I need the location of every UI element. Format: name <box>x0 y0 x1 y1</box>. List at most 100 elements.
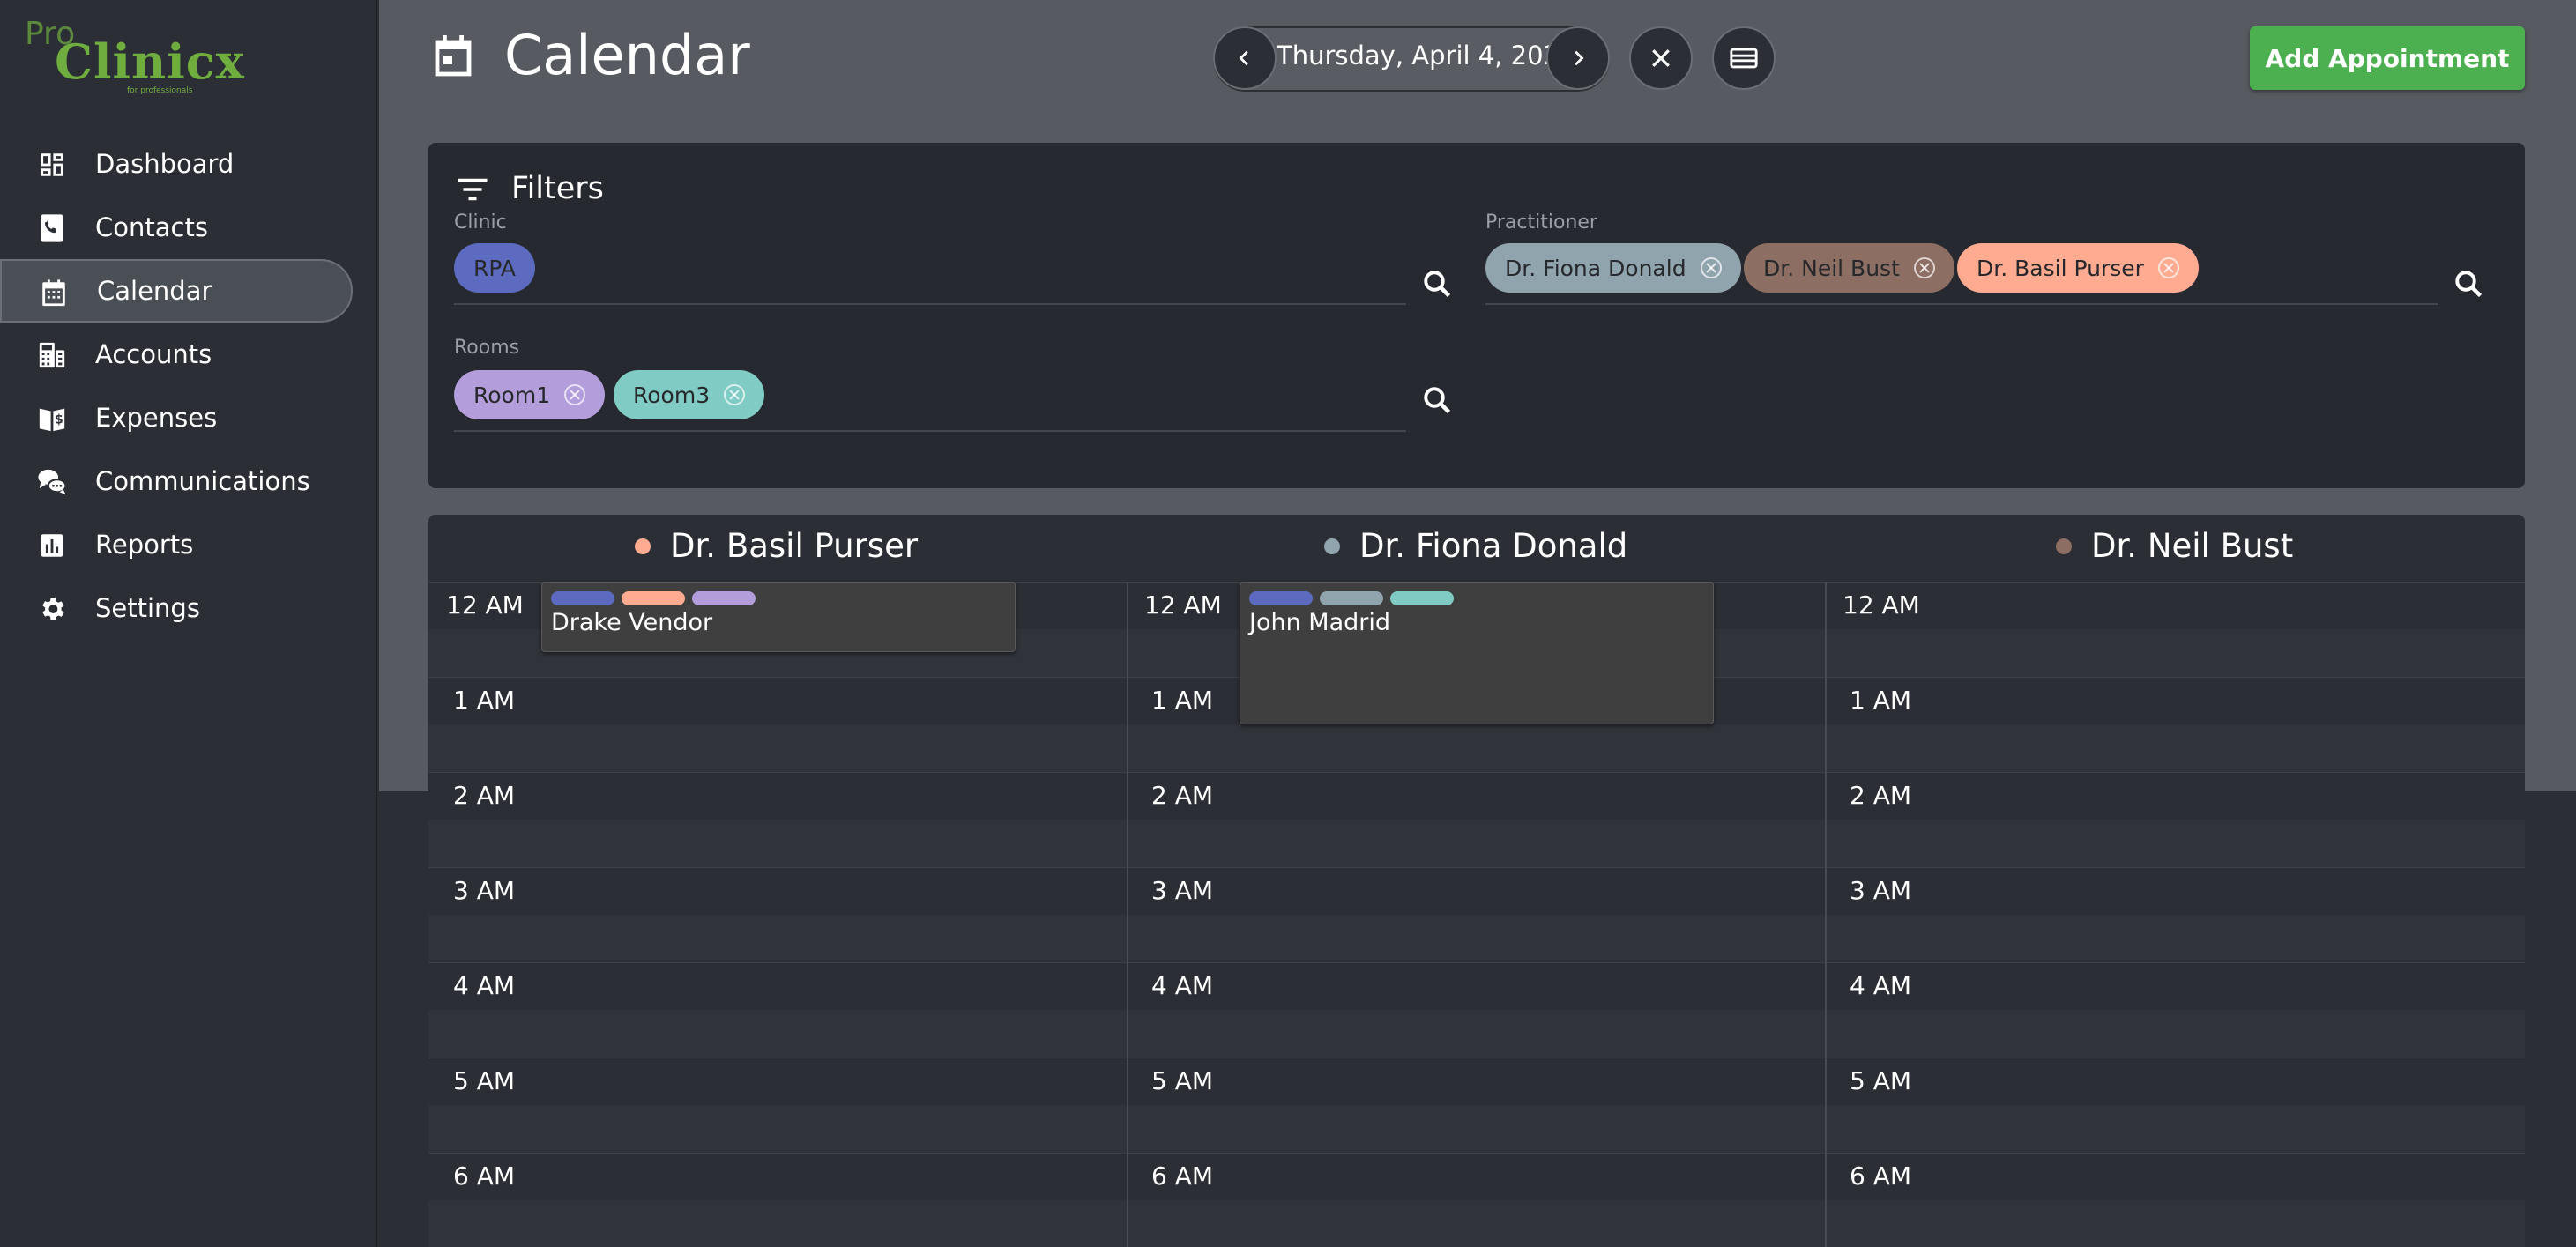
page-title: Calendar <box>504 23 750 87</box>
sidebar-item-label: Calendar <box>97 276 212 306</box>
time-label: 4 AM <box>453 971 516 1000</box>
filters-title: Filters <box>511 171 604 206</box>
logo[interactable]: Pro Clinicx for professionals <box>25 16 244 95</box>
sidebar-item-label: Communications <box>95 466 310 496</box>
add-appointment-button[interactable]: Add Appointment <box>2250 26 2525 90</box>
sidebar-item-reports[interactable]: Reports <box>0 513 377 576</box>
svg-text:$: $ <box>55 413 63 427</box>
time-label: 5 AM <box>1850 1066 1912 1095</box>
sidebar-item-communications[interactable]: Communications <box>0 449 377 513</box>
chip-label: Dr. Neil Bust <box>1763 255 1900 281</box>
time-label: 12 AM <box>1843 590 1920 620</box>
room-chip-room3[interactable]: Room3 <box>614 370 765 419</box>
calendar-icon <box>435 35 472 77</box>
column-divider <box>1127 582 1128 1247</box>
time-slot-row[interactable] <box>428 772 2525 820</box>
sidebar-item-expenses[interactable]: $ Expenses <box>0 386 377 449</box>
search-icon[interactable] <box>2453 268 2484 300</box>
clinic-label: Clinic <box>454 212 507 234</box>
sidebar-item-label: Dashboard <box>95 149 235 179</box>
time-label: 6 AM <box>1151 1162 1214 1191</box>
practitioner-name: Dr. Neil Bust <box>2091 527 2294 565</box>
remove-chip-icon[interactable] <box>1700 257 1722 278</box>
time-slot-row[interactable] <box>428 915 2525 962</box>
time-label: 1 AM <box>1151 686 1214 715</box>
appointment-card[interactable]: John Madrid <box>1240 582 1714 724</box>
remove-chip-icon[interactable] <box>1913 257 1935 278</box>
practitioner-name: Dr. Basil Purser <box>670 527 919 565</box>
time-label: 3 AM <box>1151 876 1214 905</box>
sidebar-item-label: Settings <box>95 593 200 623</box>
practitioner-chip-fiona-donald[interactable]: Dr. Fiona Donald <box>1485 243 1741 293</box>
sidebar-item-settings[interactable]: Settings <box>0 576 377 640</box>
time-slot-row[interactable] <box>428 1200 2525 1247</box>
remove-chip-icon[interactable] <box>2157 257 2179 278</box>
appointment-patient-name: John Madrid <box>1249 609 1391 636</box>
logo-tagline: for professionals <box>127 86 193 95</box>
sidebar-item-label: Accounts <box>95 339 212 369</box>
time-slot-row[interactable] <box>428 1058 2525 1105</box>
practitioner-chip-basil-purser[interactable]: Dr. Basil Purser <box>1957 243 2199 293</box>
clear-date-button[interactable] <box>1629 26 1693 90</box>
sidebar-nav: Dashboard Contacts Calendar Accounts $ E… <box>0 132 377 640</box>
rooms-label: Rooms <box>454 337 520 359</box>
time-label: 12 AM <box>1144 590 1222 620</box>
sidebar-item-dashboard[interactable]: Dashboard <box>0 132 377 196</box>
time-label: 12 AM <box>446 590 524 620</box>
sidebar-item-accounts[interactable]: Accounts <box>0 323 377 386</box>
practitioner-column-header[interactable]: Dr. Fiona Donald <box>1324 527 1627 565</box>
practitioner-column-header[interactable]: Dr. Neil Bust <box>2056 527 2293 565</box>
appointment-tag <box>1320 591 1383 605</box>
sidebar-item-contacts[interactable]: Contacts <box>0 196 377 259</box>
time-slot-row[interactable] <box>428 1153 2525 1200</box>
time-label: 2 AM <box>453 781 516 810</box>
clinic-chip-rpa[interactable]: RPA <box>454 243 535 293</box>
time-slot-row[interactable] <box>428 1105 2525 1153</box>
chip-label: Dr. Basil Purser <box>1977 255 2144 281</box>
hour-line <box>428 867 2525 868</box>
chevron-right-icon <box>1575 50 1584 66</box>
chevron-left-icon <box>1239 50 1248 66</box>
time-label: 6 AM <box>1850 1162 1912 1191</box>
remove-chip-icon[interactable] <box>564 384 586 405</box>
calendar-header: Dr. Basil Purser Dr. Fiona Donald Dr. Ne… <box>428 515 2525 582</box>
appointment-card[interactable]: Drake Vendor <box>541 582 1016 652</box>
rooms-field-underline <box>454 430 1406 432</box>
chip-label: Room1 <box>473 382 551 408</box>
search-icon[interactable] <box>1421 268 1453 300</box>
time-slot-row[interactable] <box>428 962 2525 1010</box>
time-label: 4 AM <box>1151 971 1214 1000</box>
hour-line <box>428 962 2525 963</box>
appointment-tag <box>692 591 756 605</box>
phone-book-icon <box>41 214 63 242</box>
search-icon[interactable] <box>1421 384 1453 416</box>
view-toggle-button[interactable] <box>1712 26 1776 90</box>
appointment-patient-name: Drake Vendor <box>551 609 713 636</box>
sidebar-item-calendar[interactable]: Calendar <box>0 259 353 323</box>
calendar-icon <box>42 279 65 307</box>
practitioner-column-header[interactable]: Dr. Basil Purser <box>635 527 918 565</box>
time-slot-row[interactable] <box>428 820 2525 867</box>
time-slot-row[interactable] <box>428 1010 2525 1058</box>
time-label: 2 AM <box>1151 781 1214 810</box>
hour-line <box>428 1153 2525 1154</box>
previous-day-button[interactable] <box>1213 26 1277 90</box>
close-icon <box>1652 49 1670 67</box>
room-chip-room1[interactable]: Room1 <box>454 370 606 419</box>
appointment-tag <box>622 591 685 605</box>
time-slot-row[interactable] <box>428 867 2525 915</box>
practitioner-chip-neil-bust[interactable]: Dr. Neil Bust <box>1744 243 1954 293</box>
chip-label: RPA <box>473 255 516 281</box>
time-label: 6 AM <box>453 1162 516 1191</box>
gear-icon <box>42 598 64 620</box>
time-slot-row[interactable] <box>428 724 2525 772</box>
chat-bubbles-icon <box>38 469 67 495</box>
next-day-button[interactable] <box>1546 26 1610 90</box>
sidebar-item-label: Reports <box>95 530 194 560</box>
practitioner-name: Dr. Fiona Donald <box>1359 527 1628 565</box>
remove-chip-icon[interactable] <box>724 384 746 405</box>
time-label: 2 AM <box>1850 781 1912 810</box>
filter-icon <box>458 178 488 201</box>
time-label: 1 AM <box>1850 686 1912 715</box>
sidebar-item-label: Expenses <box>95 403 218 433</box>
